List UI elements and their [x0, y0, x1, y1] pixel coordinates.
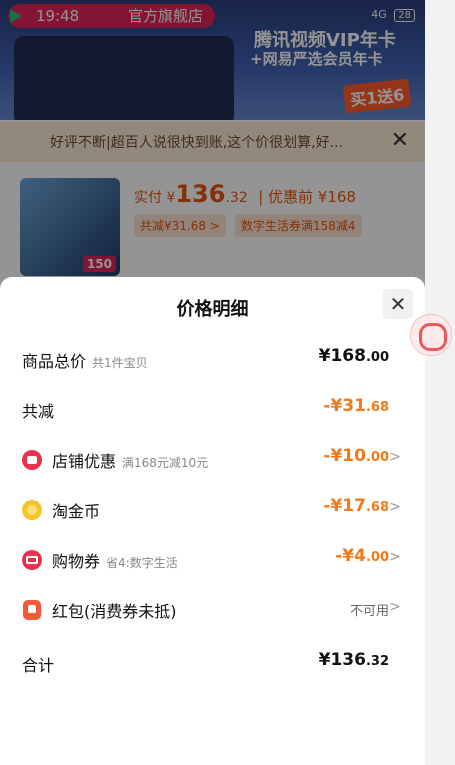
close-icon[interactable]: ✕ [383, 289, 413, 319]
shop-icon [22, 450, 42, 470]
row-label: 共减 [22, 402, 55, 421]
row-total-discount: 共减 -¥31.68 [0, 393, 425, 423]
row-shop-discount[interactable]: 店铺优惠 满168元减10元 -¥10.00 > [0, 443, 425, 473]
row-red-packet[interactable]: 红包(消费券未抵) 不可用 > [0, 593, 425, 623]
chevron-right-icon: > [389, 549, 401, 565]
row-subtotal: 商品总价 共1件宝贝 ¥168.00 [0, 343, 425, 373]
row-label: 红包(消费券未抵) [52, 602, 177, 621]
row-grand-total: 合计 ¥136.32 [0, 647, 425, 677]
price-detail-sheet: 价格明细 ✕ 商品总价 共1件宝贝 ¥168.00 共减 -¥31.68 店铺优惠… [0, 277, 425, 765]
sheet-title: 价格明细 [176, 299, 249, 320]
row-sub: 共1件宝贝 [92, 356, 148, 370]
row-coupon[interactable]: 购物券 省4:数字生活 -¥4.00 > [0, 543, 425, 573]
row-value: ¥136.32 [318, 650, 389, 670]
row-value: 不可用 [349, 604, 389, 619]
row-value: -¥10.00 [323, 446, 389, 466]
row-label: 淘金币 [52, 502, 101, 521]
row-sub: 省4:数字生活 [106, 556, 178, 570]
row-label: 店铺优惠 满168元减10元 [52, 452, 209, 471]
floating-assistant-button[interactable] [410, 314, 452, 356]
overlay-dim[interactable] [0, 0, 425, 290]
chevron-right-icon: > [389, 599, 401, 615]
chevron-right-icon: > [389, 499, 401, 515]
row-label: 商品总价 共1件宝贝 [22, 352, 148, 371]
row-value: -¥31.68 [323, 396, 389, 416]
assistant-icon [419, 323, 447, 351]
row-coins[interactable]: 淘金币 -¥17.68 > [0, 493, 425, 523]
row-value: -¥17.68 [323, 496, 389, 516]
phone-screen: 腾讯视频VIP年卡 +网易严选会员年卡 买1送6 19:48 官方旗舰店 4G … [0, 0, 425, 765]
coin-icon [22, 500, 42, 520]
chevron-right-icon: > [389, 449, 401, 465]
row-label: 购物券 省4:数字生活 [52, 552, 178, 571]
row-label: 合计 [22, 656, 55, 675]
row-value: ¥168.00 [318, 346, 389, 366]
row-value: -¥4.00 [335, 546, 389, 566]
coupon-icon [22, 550, 42, 570]
row-sub: 满168元减10元 [122, 456, 209, 470]
red-packet-icon [23, 600, 41, 620]
